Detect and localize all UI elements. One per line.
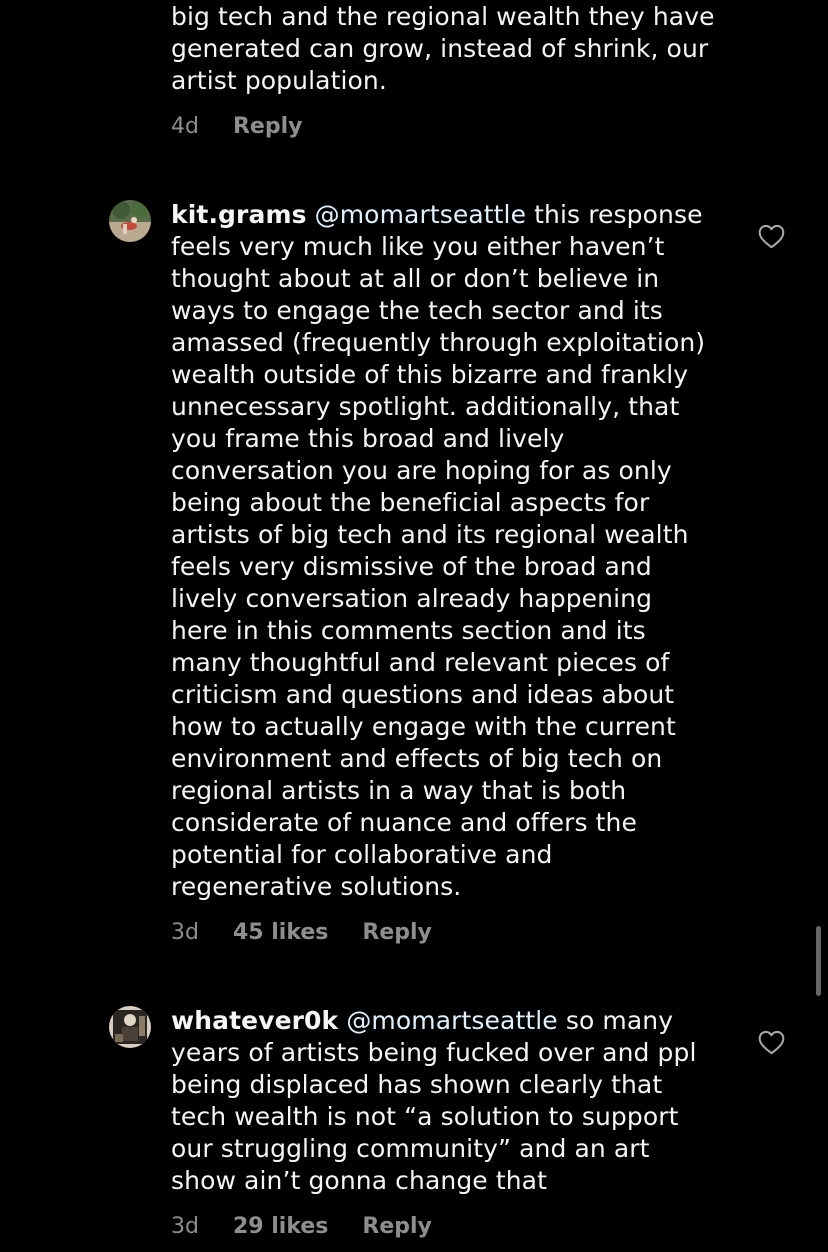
likes-count[interactable]: 45 likes xyxy=(233,918,328,948)
comment-text: years of artists being fucked over and p… xyxy=(171,1038,697,1195)
reply-button[interactable]: Reply xyxy=(233,112,303,142)
reply-button[interactable]: Reply xyxy=(362,1212,432,1242)
comment-mention[interactable]: @momartseattle xyxy=(315,200,526,229)
comment-text: big tech and the regional wealth they ha… xyxy=(171,2,715,95)
likes-count[interactable]: 29 likes xyxy=(233,1212,328,1242)
comment-body: kit.grams @momartseattle this response f… xyxy=(171,199,731,903)
comment-meta: 4d Reply xyxy=(171,112,302,142)
comment-timestamp: 4d xyxy=(171,114,199,139)
comment-mention[interactable]: @momartseattle xyxy=(346,1006,557,1035)
comment-text-first: this response xyxy=(526,200,703,229)
comment-username[interactable]: kit.grams xyxy=(171,200,307,229)
comment-timestamp: 3d xyxy=(171,920,199,945)
user-avatar-photo xyxy=(109,1006,151,1048)
scrollbar[interactable] xyxy=(816,926,821,996)
comment-timestamp: 3d xyxy=(171,1214,199,1239)
heart-outline-icon[interactable] xyxy=(758,224,785,249)
comment-username[interactable]: whatever0k xyxy=(171,1006,338,1035)
user-avatar-photo xyxy=(109,200,151,242)
comment-body: whatever0k @momartseattle so many years … xyxy=(171,1005,731,1197)
comment-meta: 3d 45 likes Reply xyxy=(171,918,432,948)
heart-outline-icon[interactable] xyxy=(758,1030,785,1055)
avatar[interactable] xyxy=(109,200,151,242)
avatar[interactable] xyxy=(109,1006,151,1048)
reply-button[interactable]: Reply xyxy=(362,918,432,948)
comment-text-first: so many xyxy=(557,1006,674,1035)
comment-text: feels very much like you either haven’t … xyxy=(171,232,706,901)
comment-meta: 3d 29 likes Reply xyxy=(171,1212,432,1242)
